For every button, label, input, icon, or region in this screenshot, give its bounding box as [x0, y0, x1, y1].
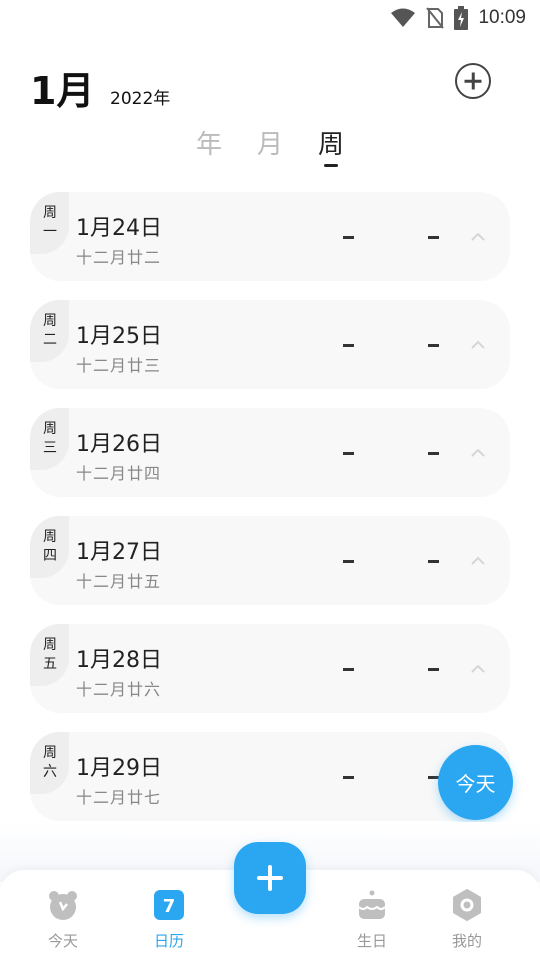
chevron-up-icon[interactable] [471, 446, 485, 460]
nav-item-birthday[interactable]: 生日 [332, 870, 412, 960]
date-label: 1月27日 [76, 540, 162, 565]
slot-placeholder [343, 452, 354, 455]
weekday-label: 周四 [43, 529, 57, 564]
date-label: 1月25日 [76, 324, 162, 349]
status-time: 10:09 [478, 7, 526, 28]
slot-placeholder [343, 344, 354, 347]
day-card[interactable]: 周五 1月28日 十二月廿六 [30, 624, 510, 713]
weekday-label: 周三 [43, 421, 57, 456]
calendar-badge: 7 [163, 896, 176, 917]
lunar-date-label: 十二月廿七 [76, 788, 162, 807]
add-circle-icon[interactable] [455, 63, 491, 99]
weekday-tab: 周一 [30, 192, 69, 254]
day-card[interactable]: 周二 1月25日 十二月廿三 [30, 300, 510, 389]
nav-label-calendar: 日历 [153, 932, 184, 950]
lunar-date-label: 十二月廿二 [76, 248, 162, 267]
slot-placeholder [343, 776, 354, 779]
lunar-date-label: 十二月廿六 [76, 680, 162, 699]
day-card[interactable]: 周四 1月27日 十二月廿五 [30, 516, 510, 605]
day-card[interactable]: 周三 1月26日 十二月廿四 [30, 408, 510, 497]
nav-item-calendar[interactable]: 7 日历 [129, 870, 209, 960]
status-icons: 10:09 [390, 6, 526, 30]
slot-placeholder [428, 560, 439, 563]
date-label: 1月29日 [76, 756, 162, 781]
slot-placeholder [428, 236, 439, 239]
wifi-icon [391, 8, 416, 27]
tab-week[interactable]: 周 [317, 124, 345, 167]
battery-charging-icon [454, 6, 469, 30]
lunar-date-label: 十二月廿五 [76, 572, 162, 591]
chevron-up-icon[interactable] [471, 230, 485, 244]
view-tabs: 年 月 周 [195, 124, 345, 167]
lunar-date-label: 十二月廿三 [76, 356, 162, 375]
date-label: 1月28日 [76, 648, 162, 673]
slot-placeholder [343, 560, 354, 563]
profile-gear-icon [453, 889, 481, 921]
slot-placeholder [428, 452, 439, 455]
day-card[interactable]: 周一 1月24日 十二月廿二 [30, 192, 510, 281]
nav-label-mine: 我的 [451, 932, 482, 950]
weekday-label: 周六 [43, 745, 57, 780]
no-sim-icon [426, 7, 445, 29]
month-title[interactable]: 1月 [30, 60, 94, 115]
nav-label-today: 今天 [47, 932, 78, 950]
today-button[interactable]: 今天 [438, 745, 513, 820]
date-label: 1月24日 [76, 216, 162, 241]
nav-item-mine[interactable]: 我的 [427, 870, 507, 960]
calendar-icon: 7 [154, 890, 184, 920]
chevron-up-icon[interactable] [471, 662, 485, 676]
chevron-up-icon[interactable] [471, 338, 485, 352]
slot-placeholder [343, 668, 354, 671]
slot-placeholder [343, 236, 354, 239]
nav-item-today[interactable]: 今天 [23, 870, 103, 960]
slot-placeholder [428, 344, 439, 347]
slot-placeholder [428, 668, 439, 671]
lunar-date-label: 十二月廿四 [76, 464, 162, 483]
weekday-label: 周五 [43, 637, 57, 672]
weekday-label: 周一 [43, 205, 57, 240]
weekday-tab: 周六 [30, 732, 69, 794]
weekday-label: 周二 [43, 313, 57, 348]
status-bar: 10:09 [0, 0, 540, 36]
weekday-tab: 周五 [30, 624, 69, 686]
tab-year[interactable]: 年 [195, 124, 223, 161]
weekday-tab: 周三 [30, 408, 69, 470]
nav-label-birthday: 生日 [356, 932, 387, 950]
weekday-tab: 周二 [30, 300, 69, 362]
chevron-up-icon[interactable] [471, 554, 485, 568]
cake-icon [358, 890, 386, 919]
weekday-tab: 周四 [30, 516, 69, 578]
add-event-button[interactable] [234, 842, 306, 914]
tab-month[interactable]: 月 [256, 124, 284, 161]
date-label: 1月26日 [76, 432, 162, 457]
bear-clock-icon [49, 891, 77, 920]
year-label[interactable]: 2022年 [110, 84, 170, 109]
